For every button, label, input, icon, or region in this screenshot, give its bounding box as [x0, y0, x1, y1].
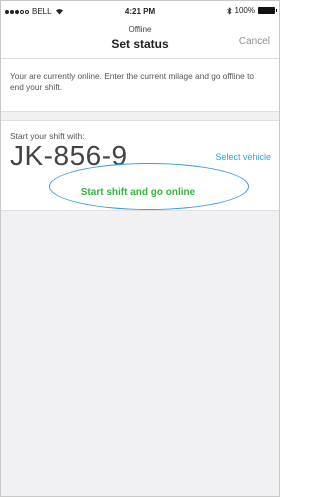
- phone-screen: BELL 4:21 PM 100% Offline Set status Can…: [0, 0, 280, 497]
- start-shift-label: Start shift and go online: [80, 186, 196, 198]
- bluetooth-icon: [226, 6, 232, 15]
- page-title: Set status: [111, 37, 169, 51]
- action-section: Start shift and go online: [1, 183, 279, 211]
- cancel-button[interactable]: Cancel: [239, 36, 270, 47]
- battery-icon: [258, 7, 277, 14]
- status-bar: BELL 4:21 PM 100%: [1, 1, 279, 21]
- info-text: Your are currently online. Enter the cur…: [10, 71, 254, 92]
- select-vehicle-link[interactable]: Select vehicle: [215, 152, 271, 162]
- status-subtitle: Offline: [128, 25, 152, 34]
- start-shift-button[interactable]: Start shift and go online: [49, 165, 227, 198]
- info-section: Your are currently online. Enter the cur…: [1, 59, 279, 112]
- battery-status: 100%: [226, 6, 277, 15]
- navigation-bar: Offline Set status Cancel: [1, 21, 279, 59]
- battery-percent: 100%: [234, 6, 255, 15]
